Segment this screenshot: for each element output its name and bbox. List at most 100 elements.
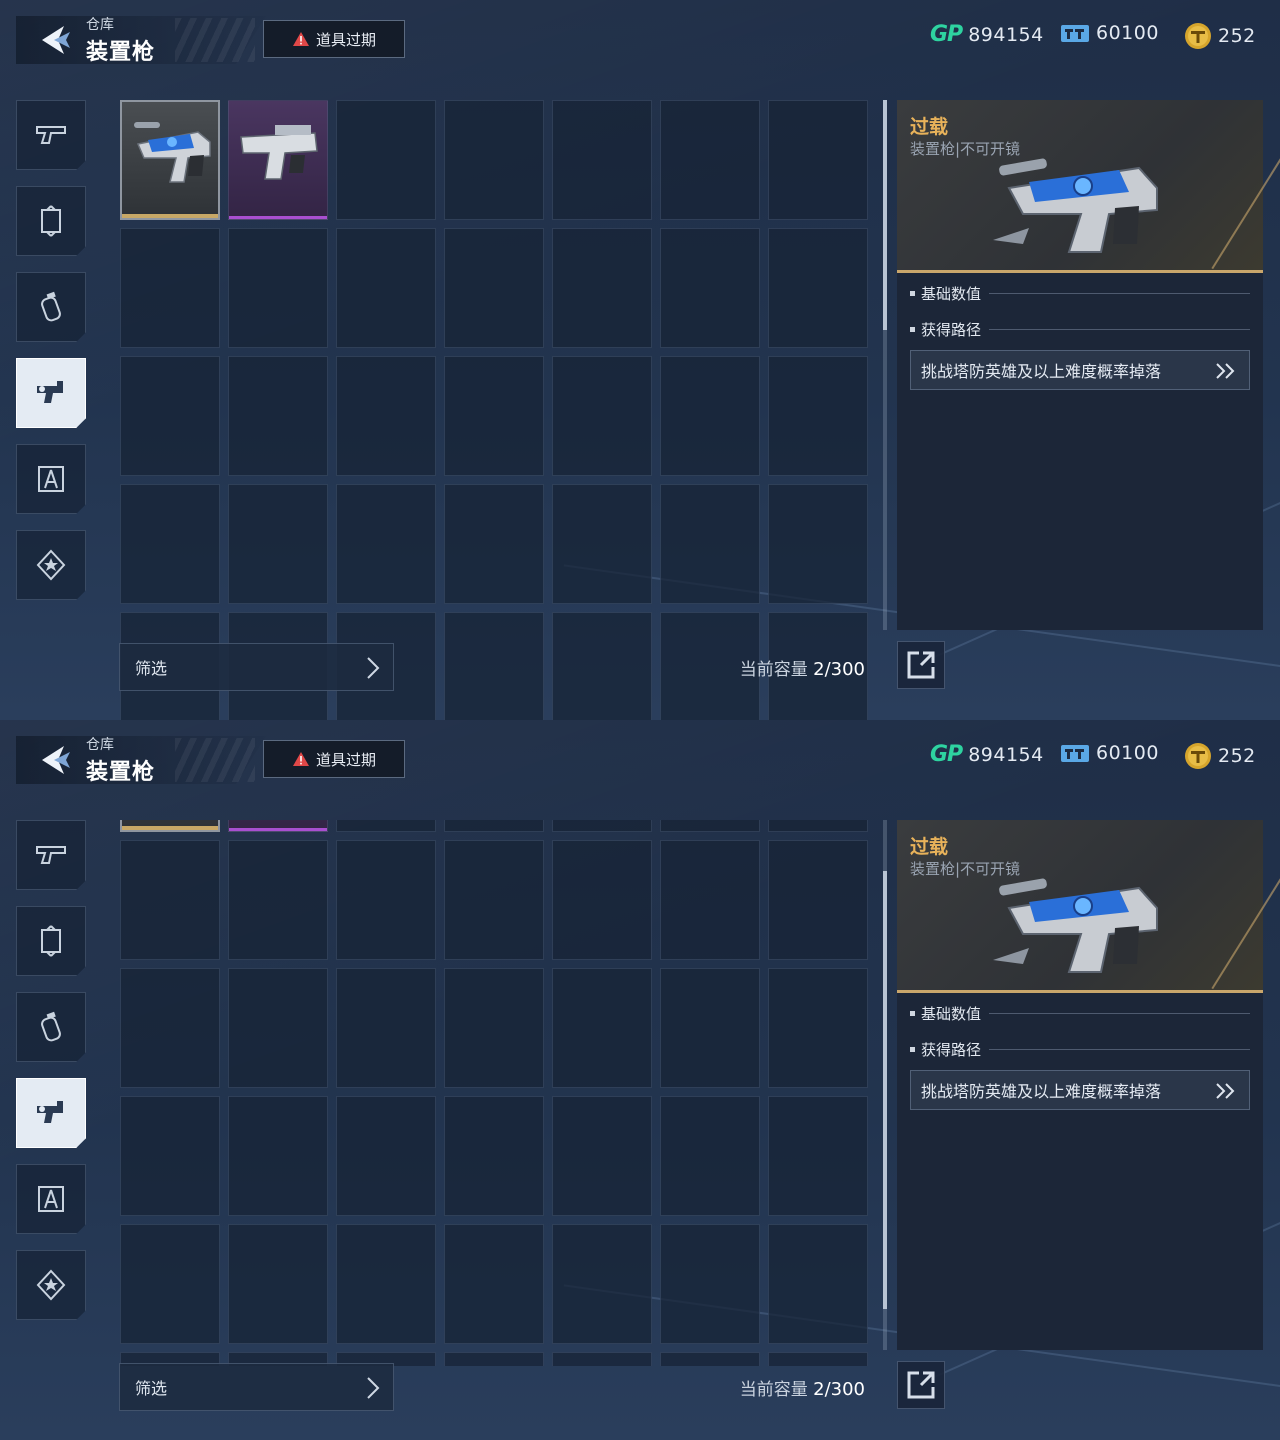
- inventory-slot[interactable]: [660, 840, 760, 960]
- export-button[interactable]: [897, 1361, 945, 1409]
- tab-compass[interactable]: [16, 444, 86, 514]
- inventory-slot[interactable]: [768, 1224, 868, 1344]
- inventory-slot-item[interactable]: [120, 100, 220, 220]
- inventory-slot[interactable]: [120, 228, 220, 348]
- back-arrow-icon[interactable]: [36, 22, 72, 58]
- inventory-slot[interactable]: [444, 612, 544, 720]
- tab-star-badge[interactable]: [16, 1250, 86, 1320]
- inventory-slot[interactable]: [336, 484, 436, 604]
- inventory-slot[interactable]: [228, 1224, 328, 1344]
- inventory-slot[interactable]: [336, 820, 436, 832]
- inventory-slot[interactable]: [120, 1224, 220, 1344]
- inventory-slot[interactable]: [660, 1224, 760, 1344]
- inventory-slot[interactable]: [552, 1224, 652, 1344]
- tab-grenade[interactable]: [16, 992, 86, 1062]
- inventory-slot[interactable]: [660, 968, 760, 1088]
- tab-star-badge[interactable]: [16, 530, 86, 600]
- inventory-slot[interactable]: [336, 100, 436, 220]
- inventory-slot[interactable]: [768, 820, 868, 832]
- tab-grenade[interactable]: [16, 272, 86, 342]
- inventory-slot[interactable]: [444, 968, 544, 1088]
- inventory-slot[interactable]: [336, 356, 436, 476]
- inventory-slot[interactable]: [768, 840, 868, 960]
- inventory-slot[interactable]: [552, 968, 652, 1088]
- inventory-slot[interactable]: [444, 1224, 544, 1344]
- source-section[interactable]: 获得路径: [910, 1039, 1250, 1059]
- inventory-slot[interactable]: [336, 968, 436, 1088]
- item-expired-button[interactable]: 道具过期: [263, 740, 405, 778]
- inventory-slot[interactable]: [444, 820, 544, 832]
- tab-device-gun[interactable]: [16, 358, 86, 428]
- inventory-slot[interactable]: [768, 100, 868, 220]
- inventory-slot-item[interactable]: [120, 820, 220, 832]
- inventory-slot[interactable]: [552, 100, 652, 220]
- inventory-slot[interactable]: [120, 356, 220, 476]
- inventory-slot[interactable]: [660, 228, 760, 348]
- inventory-slot[interactable]: [228, 840, 328, 960]
- base-stats-section[interactable]: 基础数值: [910, 283, 1250, 303]
- item-expired-button[interactable]: 道具过期: [263, 20, 405, 58]
- inventory-slot[interactable]: [552, 612, 652, 720]
- base-stats-section[interactable]: 基础数值: [910, 1003, 1250, 1023]
- inventory-slot[interactable]: [768, 1352, 868, 1366]
- inventory-slot[interactable]: [336, 840, 436, 960]
- inventory-slot[interactable]: [660, 484, 760, 604]
- inventory-slot[interactable]: [660, 1352, 760, 1366]
- grid-scrollbar[interactable]: [883, 100, 887, 630]
- inventory-slot[interactable]: [336, 1096, 436, 1216]
- source-link-button[interactable]: 挑战塔防英雄及以上难度概率掉落: [910, 350, 1250, 390]
- inventory-slot[interactable]: [444, 484, 544, 604]
- inventory-slot-item[interactable]: [228, 820, 328, 832]
- inventory-slot[interactable]: [768, 228, 868, 348]
- inventory-slot[interactable]: [120, 484, 220, 604]
- tab-device-gun[interactable]: [16, 1078, 86, 1148]
- inventory-slot[interactable]: [660, 100, 760, 220]
- inventory-slot[interactable]: [120, 968, 220, 1088]
- inventory-slot[interactable]: [552, 820, 652, 832]
- inventory-slot[interactable]: [120, 840, 220, 960]
- inventory-slot-item[interactable]: [228, 100, 328, 220]
- source-section[interactable]: 获得路径: [910, 319, 1250, 339]
- tab-frame[interactable]: [16, 186, 86, 256]
- inventory-slot[interactable]: [444, 1096, 544, 1216]
- back-arrow-icon[interactable]: [36, 742, 72, 778]
- inventory-slot[interactable]: [336, 1224, 436, 1344]
- filter-button[interactable]: 筛选: [119, 643, 394, 691]
- grid-scroll-thumb[interactable]: [883, 100, 887, 330]
- tab-compass[interactable]: [16, 1164, 86, 1234]
- grid-scrollbar[interactable]: [883, 820, 887, 1350]
- inventory-slot[interactable]: [444, 1352, 544, 1366]
- inventory-slot[interactable]: [444, 840, 544, 960]
- grid-scroll-thumb[interactable]: [883, 870, 887, 1309]
- inventory-slot[interactable]: [768, 484, 868, 604]
- inventory-slot[interactable]: [552, 484, 652, 604]
- inventory-slot[interactable]: [336, 228, 436, 348]
- inventory-slot[interactable]: [552, 356, 652, 476]
- inventory-slot[interactable]: [552, 228, 652, 348]
- inventory-slot[interactable]: [660, 820, 760, 832]
- export-button[interactable]: [897, 641, 945, 689]
- tab-pistol[interactable]: [16, 100, 86, 170]
- inventory-slot[interactable]: [120, 1096, 220, 1216]
- inventory-slot[interactable]: [228, 356, 328, 476]
- tab-frame[interactable]: [16, 906, 86, 976]
- inventory-slot[interactable]: [444, 356, 544, 476]
- inventory-slot[interactable]: [228, 968, 328, 1088]
- tab-pistol[interactable]: [16, 820, 86, 890]
- inventory-slot[interactable]: [444, 100, 544, 220]
- source-link-button[interactable]: 挑战塔防英雄及以上难度概率掉落: [910, 1070, 1250, 1110]
- inventory-slot[interactable]: [228, 484, 328, 604]
- coin-icon: [1185, 23, 1211, 49]
- inventory-slot[interactable]: [768, 1096, 868, 1216]
- inventory-slot[interactable]: [552, 1096, 652, 1216]
- inventory-slot[interactable]: [660, 1096, 760, 1216]
- inventory-slot[interactable]: [768, 356, 868, 476]
- filter-button[interactable]: 筛选: [119, 1363, 394, 1411]
- inventory-slot[interactable]: [660, 356, 760, 476]
- inventory-slot[interactable]: [552, 840, 652, 960]
- inventory-slot[interactable]: [444, 228, 544, 348]
- inventory-slot[interactable]: [228, 1096, 328, 1216]
- inventory-slot[interactable]: [552, 1352, 652, 1366]
- inventory-slot[interactable]: [768, 968, 868, 1088]
- inventory-slot[interactable]: [228, 228, 328, 348]
